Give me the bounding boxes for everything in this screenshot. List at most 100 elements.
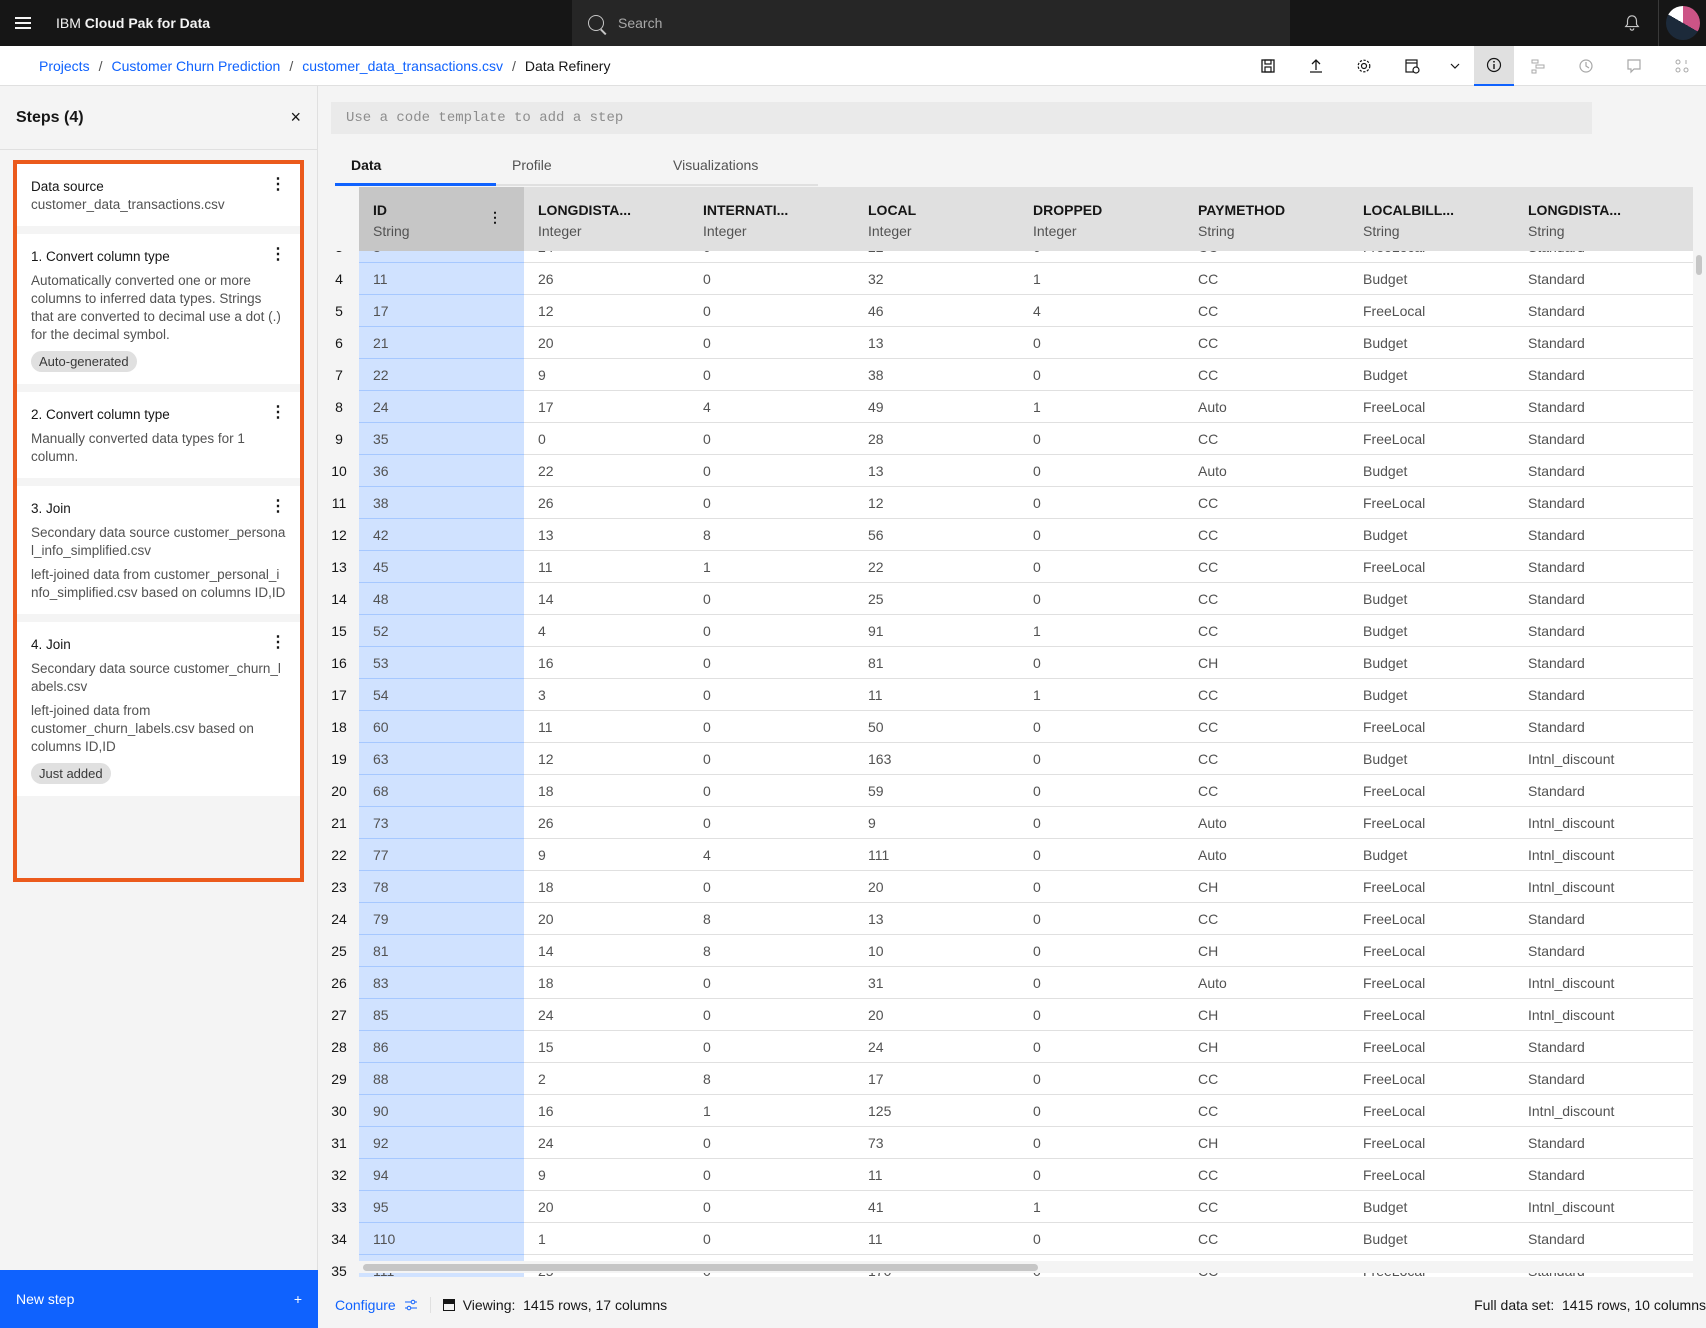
table-cell[interactable]: 38 xyxy=(359,487,524,519)
table-cell[interactable]: CC xyxy=(1184,519,1349,550)
table-cell[interactable]: 24 xyxy=(524,999,689,1030)
table-cell[interactable]: 21 xyxy=(359,327,524,359)
table-cell[interactable]: 0 xyxy=(689,775,854,806)
table-cell[interactable]: 4 xyxy=(524,615,689,646)
table-cell[interactable]: 31 xyxy=(854,967,1019,998)
table-cell[interactable]: 111 xyxy=(854,839,1019,870)
table-cell[interactable]: 73 xyxy=(854,1127,1019,1158)
table-cell[interactable]: FreeLocal xyxy=(1349,487,1514,518)
table-cell[interactable]: 0 xyxy=(1019,999,1184,1030)
table-cell[interactable]: FreeLocal xyxy=(1349,935,1514,966)
table-cell[interactable]: CC xyxy=(1184,1191,1349,1222)
column-header[interactable]: INTERNATI... Integer xyxy=(689,187,854,251)
column-header[interactable]: LONGDISTA... Integer xyxy=(524,187,689,251)
overflow-menu-icon[interactable]: ⋮ xyxy=(270,405,286,421)
table-cell[interactable]: Standard xyxy=(1514,1063,1679,1094)
table-cell[interactable]: 163 xyxy=(854,743,1019,774)
table-cell[interactable]: 0 xyxy=(1019,487,1184,518)
table-cell[interactable]: 3 xyxy=(524,679,689,710)
table-cell[interactable]: FreeLocal xyxy=(1349,391,1514,422)
table-cell[interactable]: CC xyxy=(1184,359,1349,390)
table-cell[interactable]: FreeLocal xyxy=(1349,775,1514,806)
table-cell[interactable]: 73 xyxy=(359,807,524,839)
schedule-job-icon[interactable] xyxy=(1388,46,1436,86)
table-cell[interactable]: 0 xyxy=(1019,519,1184,550)
table-cell[interactable]: 22 xyxy=(359,359,524,391)
table-cell[interactable]: Budget xyxy=(1349,743,1514,774)
table-cell[interactable]: Budget xyxy=(1349,647,1514,678)
table-cell[interactable]: 12 xyxy=(524,295,689,326)
table-cell[interactable]: 38 xyxy=(854,359,1019,390)
product-name[interactable]: IBM Cloud Pak for Data xyxy=(56,15,210,31)
table-cell[interactable]: 32 xyxy=(854,263,1019,294)
table-cell[interactable]: 0 xyxy=(689,647,854,678)
step-data-source[interactable]: Data source customer_data_transactions.c… xyxy=(17,164,300,226)
table-cell[interactable]: 1 xyxy=(1019,391,1184,422)
export-icon[interactable] xyxy=(1292,46,1340,86)
table-cell[interactable]: 14 xyxy=(524,935,689,966)
table-cell[interactable]: 11 xyxy=(524,711,689,742)
table-cell[interactable]: Budget xyxy=(1349,519,1514,550)
overflow-menu-icon[interactable]: ⋮ xyxy=(270,499,286,515)
table-cell[interactable]: CH xyxy=(1184,1127,1349,1158)
table-cell[interactable]: 24 xyxy=(854,1031,1019,1062)
table-cell[interactable]: 0 xyxy=(689,1127,854,1158)
table-cell[interactable]: Standard xyxy=(1514,295,1679,326)
table-cell[interactable]: 0 xyxy=(1019,1031,1184,1062)
table-cell[interactable]: CC xyxy=(1184,551,1349,582)
table-cell[interactable]: Auto xyxy=(1184,455,1349,486)
configure-button[interactable]: Configure xyxy=(335,1297,431,1313)
table-cell[interactable]: 28 xyxy=(854,423,1019,454)
table-cell[interactable]: 110 xyxy=(359,1223,524,1255)
table-cell[interactable]: 0 xyxy=(689,423,854,454)
table-cell[interactable]: 0 xyxy=(689,583,854,614)
table-cell[interactable]: 0 xyxy=(689,679,854,710)
table-cell[interactable]: 8 xyxy=(689,903,854,934)
chevron-down-icon[interactable] xyxy=(1436,46,1474,86)
table-cell[interactable]: Intnl_discount xyxy=(1514,839,1679,870)
table-cell[interactable]: Budget xyxy=(1349,263,1514,294)
table-cell[interactable]: 0 xyxy=(1019,903,1184,934)
breadcrumb-asset[interactable]: customer_data_transactions.csv xyxy=(302,58,503,74)
table-cell[interactable]: Budget xyxy=(1349,1191,1514,1222)
table-cell[interactable]: 63 xyxy=(359,743,524,775)
table-cell[interactable]: FreeLocal xyxy=(1349,807,1514,838)
table-cell[interactable]: CC xyxy=(1184,679,1349,710)
table-cell[interactable]: 0 xyxy=(689,359,854,390)
table-cell[interactable]: 81 xyxy=(854,647,1019,678)
table-cell[interactable]: 17 xyxy=(524,391,689,422)
overflow-menu-icon[interactable]: ⋮ xyxy=(270,635,286,651)
table-cell[interactable]: Intnl_discount xyxy=(1514,743,1679,774)
table-cell[interactable]: 0 xyxy=(689,711,854,742)
table-cell[interactable]: FreeLocal xyxy=(1349,871,1514,902)
tab-profile[interactable]: Profile xyxy=(496,146,657,186)
table-cell[interactable]: 0 xyxy=(1019,1127,1184,1158)
table-cell[interactable]: 12 xyxy=(524,743,689,774)
table-cell[interactable]: 11 xyxy=(524,551,689,582)
table-cell[interactable]: 22 xyxy=(854,551,1019,582)
table-cell[interactable]: Auto xyxy=(1184,839,1349,870)
table-cell[interactable]: 91 xyxy=(854,615,1019,646)
table-cell[interactable]: 1 xyxy=(1019,1191,1184,1222)
table-cell[interactable]: FreeLocal xyxy=(1349,1031,1514,1062)
table-cell[interactable]: 10 xyxy=(854,935,1019,966)
table-cell[interactable]: Standard xyxy=(1514,935,1679,966)
table-cell[interactable]: CC xyxy=(1184,903,1349,934)
new-step-button[interactable]: New step + xyxy=(0,1270,318,1328)
table-cell[interactable]: 18 xyxy=(524,967,689,998)
column-header[interactable]: LOCAL Integer xyxy=(854,187,1019,251)
table-cell[interactable]: CH xyxy=(1184,999,1349,1030)
table-cell[interactable]: 20 xyxy=(854,999,1019,1030)
table-cell[interactable]: 13 xyxy=(854,455,1019,486)
table-cell[interactable]: 0 xyxy=(689,295,854,326)
table-cell[interactable]: 26 xyxy=(524,263,689,294)
table-cell[interactable]: FreeLocal xyxy=(1349,711,1514,742)
column-header[interactable]: DROPPED Integer xyxy=(1019,187,1184,251)
global-search[interactable] xyxy=(572,0,1290,46)
table-cell[interactable]: 88 xyxy=(359,1063,524,1095)
table-cell[interactable]: 24 xyxy=(524,1127,689,1158)
table-cell[interactable]: 36 xyxy=(359,455,524,487)
table-cell[interactable]: CC xyxy=(1184,423,1349,454)
table-cell[interactable]: 4 xyxy=(689,391,854,422)
table-cell[interactable]: 0 xyxy=(689,1223,854,1254)
